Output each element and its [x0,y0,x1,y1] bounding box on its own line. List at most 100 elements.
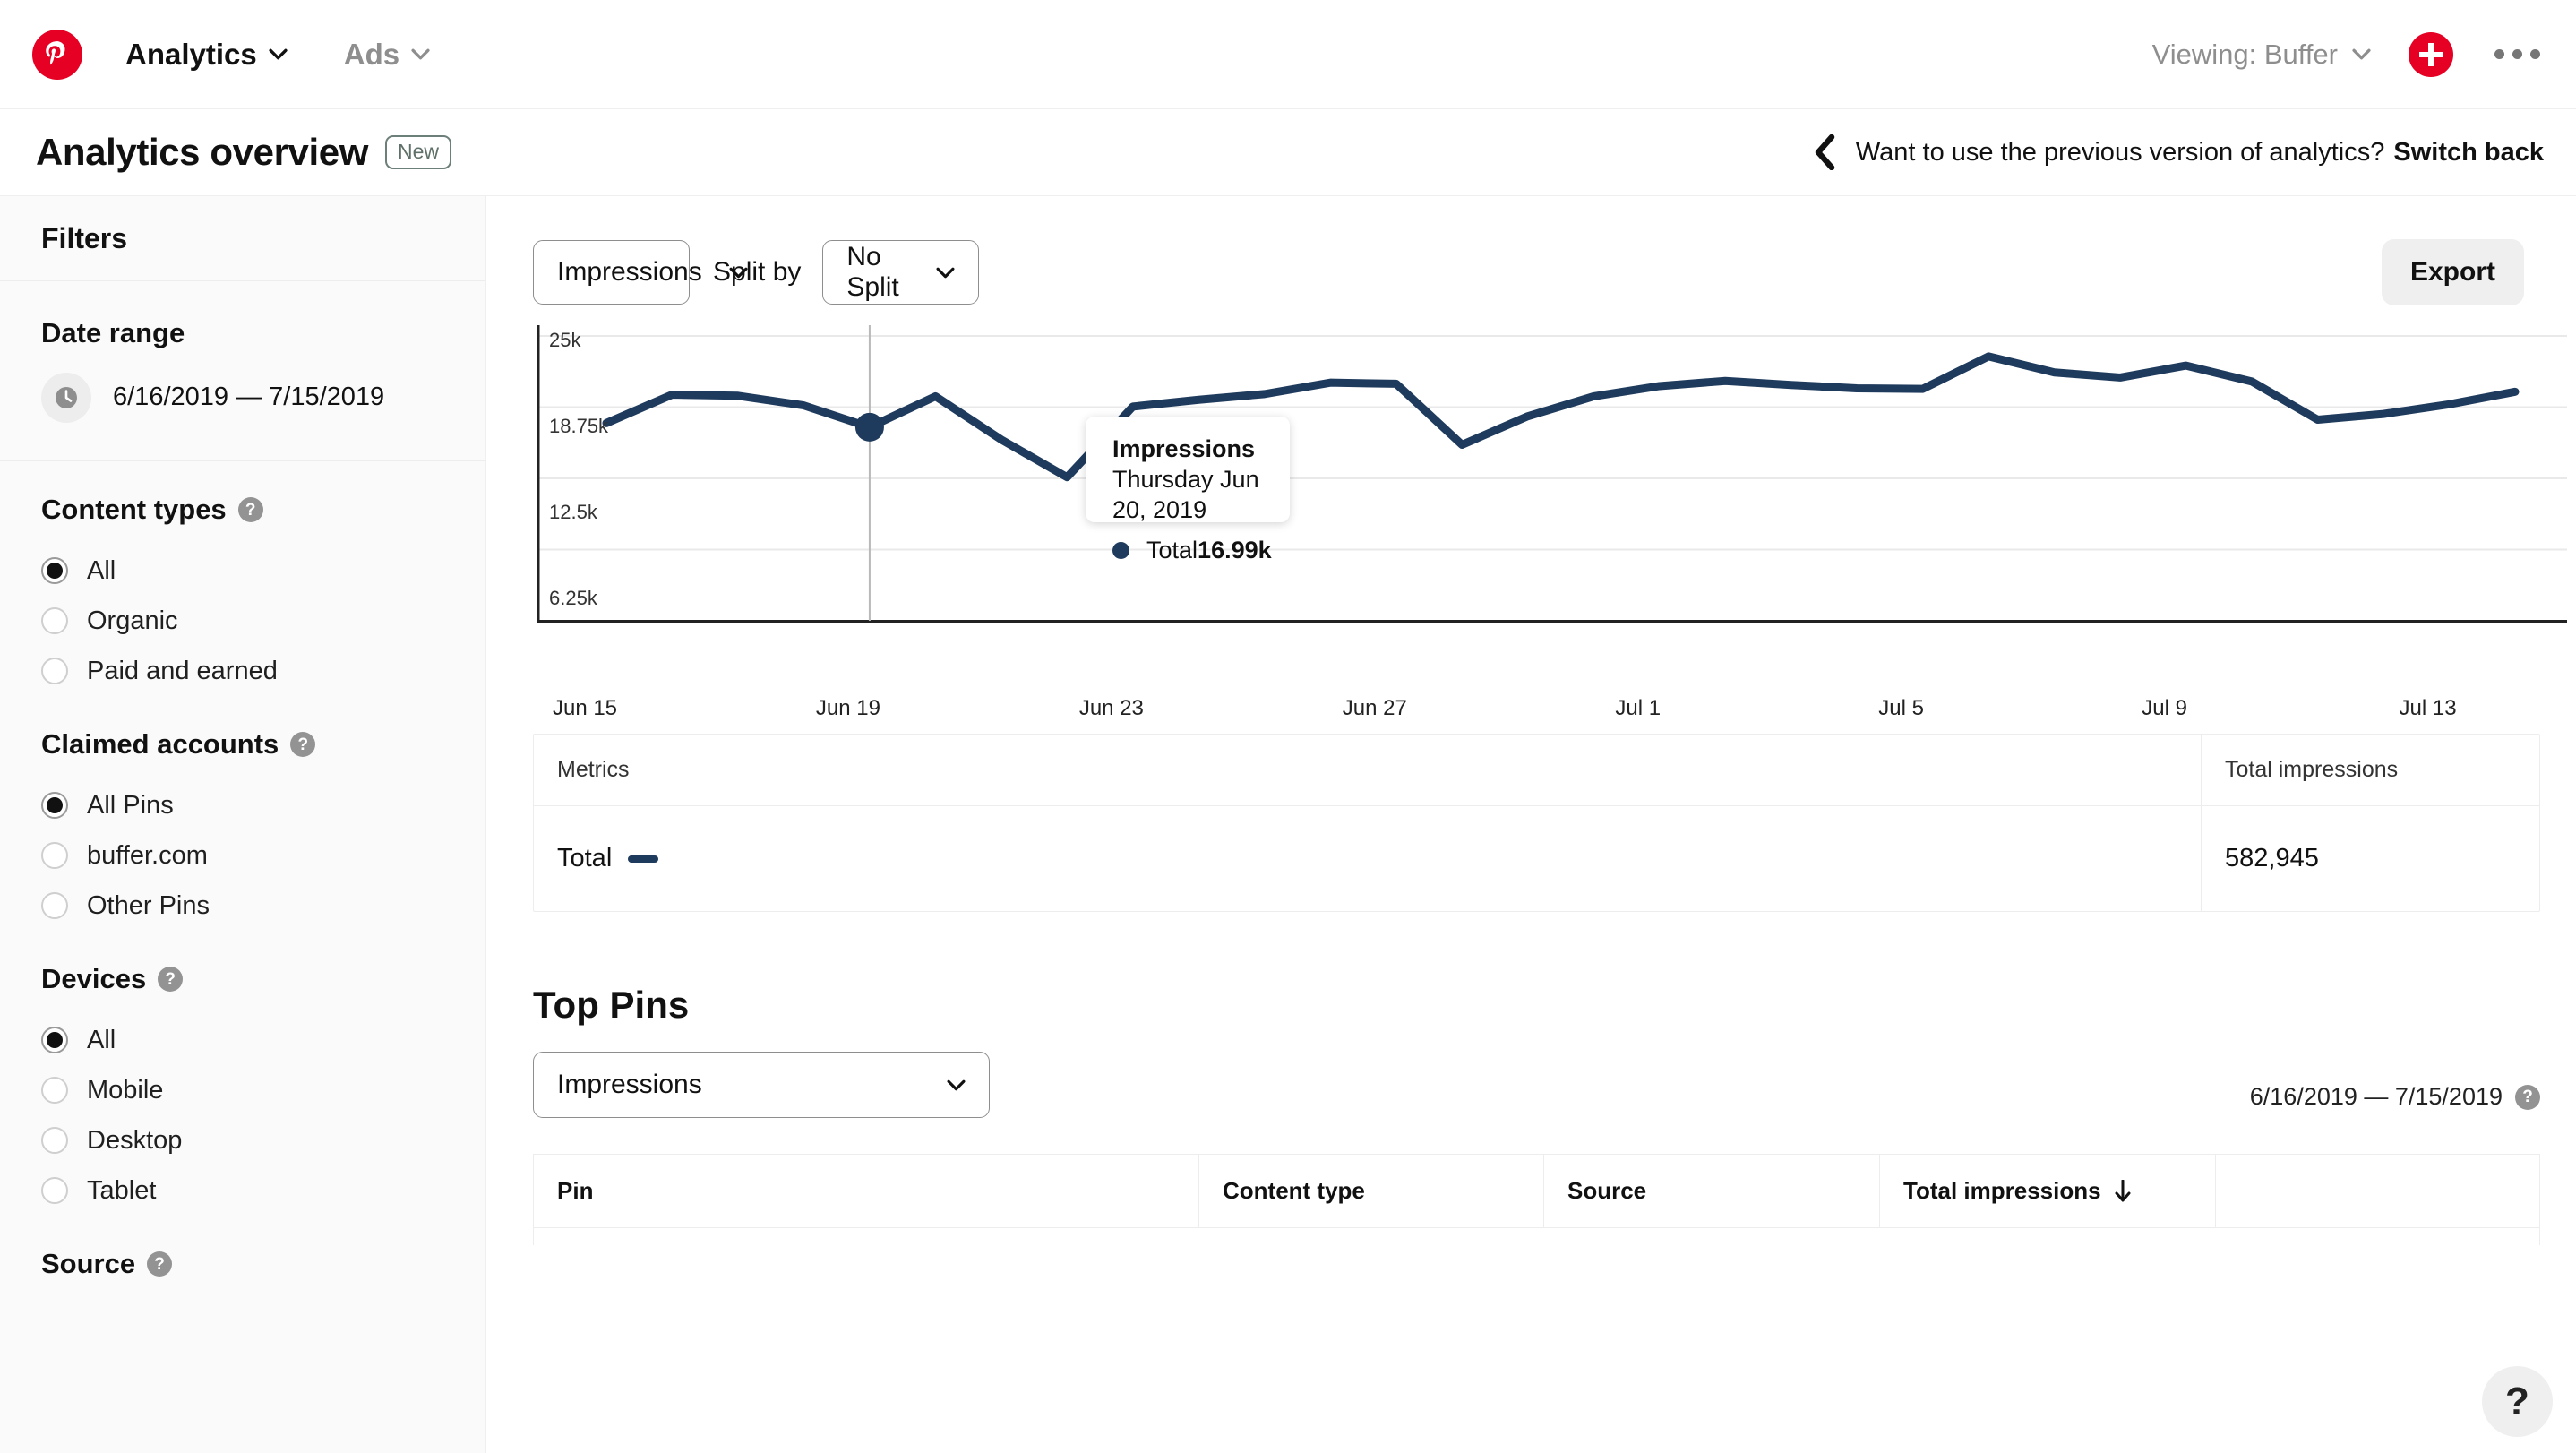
top-pins-metric-select[interactable]: Impressions [533,1052,990,1118]
x-axis-labels: Jun 15Jun 19Jun 23Jun 27Jul 1Jul 5Jul 9J… [533,684,2567,734]
more-dots-icon[interactable] [2491,40,2544,68]
metrics-row-label: Total [557,844,612,873]
top-pins-date-range: 6/16/2019 — 7/15/2019 ? [2250,1083,2540,1118]
filter-group-devices: Devices ? All Mobile Desktop Ta [0,931,485,1216]
metrics-table: Metrics Total impressions Total 582,945 [533,734,2540,912]
help-button[interactable]: ? [2482,1366,2553,1437]
metrics-row-value: 582,945 [2201,806,2539,911]
switch-back-banner[interactable]: Want to use the previous version of anal… [1813,134,2544,170]
table-row: Total 582,945 [534,806,2539,911]
question-mark-icon[interactable]: ? [2515,1085,2540,1110]
radio-label: Mobile [87,1076,163,1105]
sidebar-date-range-section: Date range 6/16/2019 — 7/15/2019 [0,281,485,461]
tooltip-series-value: 16.99k [1198,537,1272,564]
chevron-down-icon [2352,48,2371,60]
plus-icon[interactable] [2409,32,2453,77]
tooltip-series-row: Total 16.99k [1112,537,1270,564]
top-pins-controls: Impressions 6/16/2019 — 7/15/2019 ? [533,1052,2540,1118]
tooltip-series-name: Total [1146,537,1198,564]
column-header-total-impressions[interactable]: Total impressions [1879,1155,2215,1227]
radio-claimed-all-pins[interactable]: All Pins [41,780,444,830]
source-title: Source [41,1248,135,1280]
radio-indicator [41,1077,68,1104]
pinterest-logo-icon[interactable] [32,30,82,80]
top-navigation-bar: Analytics Ads Viewing: Buffer [0,0,2576,109]
y-axis-tick-label: 6.25k [549,587,597,610]
radio-claimed-other-pins[interactable]: Other Pins [41,881,444,931]
radio-device-mobile[interactable]: Mobile [41,1065,444,1115]
tooltip-date: Thursday Jun 20, 2019 [1112,465,1270,526]
chart-tooltip: Impressions Thursday Jun 20, 2019 Total … [1086,417,1290,522]
chevron-down-icon [947,1079,966,1091]
column-header-actions [2215,1155,2539,1227]
column-header-source[interactable]: Source [1543,1155,1879,1227]
series-legend-line [628,855,658,863]
radio-label: All [87,1026,116,1055]
series-color-dot [1112,542,1129,559]
radio-device-desktop[interactable]: Desktop [41,1115,444,1165]
chevron-down-icon [269,48,288,60]
nav-ads-menu[interactable]: Ads [344,38,430,72]
radio-indicator [41,1127,68,1154]
chart-controls-row: Impressions Split by No Split Export [486,196,2576,305]
question-mark-icon[interactable]: ? [158,967,183,992]
question-mark-icon[interactable]: ? [290,732,315,757]
content-types-title: Content types [41,494,227,526]
radio-label: Tablet [87,1176,156,1206]
filter-group-content-types: Content types ? All Organic Paid and ear… [0,461,485,696]
radio-indicator [41,658,68,684]
date-range-value: 6/16/2019 — 7/15/2019 [113,380,384,415]
filter-group-claimed-accounts: Claimed accounts ? All Pins buffer.com O… [0,696,485,931]
devices-title: Devices [41,963,146,995]
radio-claimed-buffer-com[interactable]: buffer.com [41,830,444,881]
radio-label: Paid and earned [87,657,278,686]
split-by-select[interactable]: No Split [822,240,979,305]
top-pins-title: Top Pins [533,984,2540,1027]
radio-indicator [41,1177,68,1204]
column-header-metrics: Metrics [534,735,2201,805]
radio-content-type-organic[interactable]: Organic [41,596,444,646]
switch-back-text: Want to use the previous version of anal… [1856,138,2385,168]
radio-content-type-all[interactable]: All [41,546,444,596]
switch-back-link[interactable]: Switch back [2393,138,2544,168]
radio-content-type-paid-and-earned[interactable]: Paid and earned [41,646,444,696]
arrow-down-icon [2114,1180,2132,1203]
radio-label: All Pins [87,791,174,821]
top-pins-table-header: Pin Content type Source Total impression… [534,1155,2539,1227]
chart-metric-select[interactable]: Impressions [533,240,690,305]
question-mark-icon[interactable]: ? [238,497,263,522]
x-axis-tick-label: Jul 9 [2142,696,2187,721]
x-axis-tick-label: Jun 23 [1079,696,1144,721]
radio-label: Other Pins [87,891,210,921]
radio-device-all[interactable]: All [41,1015,444,1065]
metrics-table-header: Metrics Total impressions [534,735,2539,806]
nav-analytics-menu[interactable]: Analytics [125,38,288,72]
column-header-content-type[interactable]: Content type [1198,1155,1543,1227]
radio-indicator [41,1027,68,1053]
column-header-total-impressions-label: Total impressions [1903,1177,2101,1205]
x-axis-tick-label: Jun 27 [1343,696,1407,721]
radio-label: Desktop [87,1126,182,1156]
question-mark-icon[interactable]: ? [147,1251,172,1277]
date-range-picker[interactable]: 6/16/2019 — 7/15/2019 [41,373,444,423]
nav-right-cluster: Viewing: Buffer [2152,32,2544,77]
x-axis-tick-label: Jul 13 [2399,696,2456,721]
clock-icon [41,373,91,423]
top-pins-metric-value: Impressions [557,1070,702,1100]
x-axis-tick-label: Jun 19 [816,696,880,721]
viewing-account-selector[interactable]: Viewing: Buffer [2152,39,2371,71]
split-by-value: No Split [846,242,909,303]
export-button[interactable]: Export [2382,239,2524,305]
impressions-line-chart: 25k 18.75k 12.5k 6.25k Impressions Thurs… [533,325,2567,684]
top-pins-table: Pin Content type Source Total impression… [533,1154,2540,1245]
page-body: Filters Date range 6/16/2019 — 7/15/2019… [0,195,2576,1453]
nav-analytics-label: Analytics [125,38,257,72]
chart-metric-value: Impressions [557,257,702,288]
page-header: Analytics overview New Want to use the p… [0,109,2576,195]
radio-device-tablet[interactable]: Tablet [41,1165,444,1216]
sidebar-filters-header: Filters [0,196,485,281]
chevron-down-icon [411,48,430,60]
tooltip-title: Impressions [1112,434,1270,463]
x-axis-tick-label: Jul 1 [1615,696,1661,721]
column-header-pin[interactable]: Pin [534,1155,1198,1227]
